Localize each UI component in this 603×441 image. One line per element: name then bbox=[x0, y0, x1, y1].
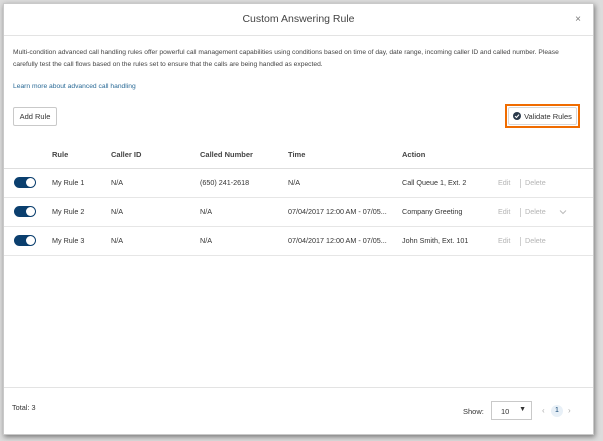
page-size-label: Show: bbox=[463, 407, 484, 416]
divider bbox=[520, 179, 521, 188]
validate-rules-label: Validate Rules bbox=[524, 111, 572, 121]
caller-id-cell: N/A bbox=[111, 207, 123, 216]
table-row: My Rule 2 N/A N/A 07/04/2017 12:00 AM - … bbox=[4, 198, 593, 227]
edit-link[interactable]: Edit bbox=[498, 227, 510, 255]
table-header: Rule Caller ID Called Number Time Action bbox=[4, 141, 593, 169]
page-size-value: 10 bbox=[501, 407, 510, 416]
chevron-down-icon[interactable] bbox=[559, 208, 567, 216]
delete-link[interactable]: Delete bbox=[525, 227, 546, 255]
rule-enabled-toggle[interactable] bbox=[14, 235, 36, 246]
divider bbox=[520, 208, 521, 217]
time-cell: 07/04/2017 12:00 AM - 07/05... bbox=[288, 236, 387, 245]
next-page-icon[interactable]: › bbox=[568, 406, 571, 415]
called-number-cell: (650) 241-2618 bbox=[200, 178, 250, 187]
previous-page-icon[interactable]: ‹ bbox=[542, 406, 545, 415]
custom-answering-rule-dialog: Custom Answering Rule × Multi-condition … bbox=[3, 3, 594, 435]
time-cell: 07/04/2017 12:00 AM - 07/05... bbox=[288, 207, 387, 216]
close-icon[interactable]: × bbox=[575, 4, 581, 35]
time-cell: N/A bbox=[288, 178, 300, 187]
action-cell: John Smith, Ext. 101 bbox=[402, 236, 469, 245]
dialog-footer: Total: 3 Show: 10 ▼ ‹ 1 › bbox=[4, 387, 593, 435]
action-cell: Call Queue 1, Ext. 2 bbox=[402, 178, 467, 187]
caller-id-cell: N/A bbox=[111, 236, 123, 245]
delete-link[interactable]: Delete bbox=[525, 169, 546, 197]
total-count: Total: 3 bbox=[12, 403, 36, 412]
delete-link[interactable]: Delete bbox=[525, 198, 546, 226]
learn-more-link[interactable]: Learn more about advanced call handling bbox=[13, 83, 136, 90]
column-header-caller-id: Caller ID bbox=[111, 150, 142, 159]
action-cell: Company Greeting bbox=[402, 207, 463, 216]
edit-link[interactable]: Edit bbox=[498, 169, 510, 197]
add-rule-button[interactable]: Add Rule bbox=[13, 107, 57, 126]
dialog-header: Custom Answering Rule × bbox=[4, 4, 593, 36]
edit-link[interactable]: Edit bbox=[498, 198, 510, 226]
called-number-cell: N/A bbox=[200, 236, 212, 245]
validate-rules-button[interactable]: Validate Rules bbox=[508, 107, 577, 125]
column-header-called-number: Called Number bbox=[200, 150, 253, 159]
caret-down-icon: ▼ bbox=[519, 406, 526, 413]
divider bbox=[520, 237, 521, 246]
rule-name: My Rule 2 bbox=[52, 207, 85, 216]
caller-id-cell: N/A bbox=[111, 178, 123, 187]
rule-enabled-toggle[interactable] bbox=[14, 177, 36, 188]
called-number-cell: N/A bbox=[200, 207, 212, 216]
page-size-select[interactable]: 10 ▼ bbox=[491, 401, 532, 420]
dialog-title: Custom Answering Rule bbox=[242, 13, 355, 25]
check-circle-icon bbox=[513, 112, 522, 120]
table-row: My Rule 3 N/A N/A 07/04/2017 12:00 AM - … bbox=[4, 227, 593, 256]
rule-name: My Rule 1 bbox=[52, 178, 85, 187]
column-header-time: Time bbox=[288, 150, 306, 159]
rule-name: My Rule 3 bbox=[52, 236, 85, 245]
rule-enabled-toggle[interactable] bbox=[14, 206, 36, 217]
column-header-action: Action bbox=[402, 150, 426, 159]
current-page-button[interactable]: 1 bbox=[551, 405, 563, 417]
description-text: Multi-condition advanced call handling r… bbox=[13, 49, 559, 68]
column-header-rule: Rule bbox=[52, 150, 69, 159]
table-row: My Rule 1 N/A (650) 241-2618 N/A Call Qu… bbox=[4, 169, 593, 198]
